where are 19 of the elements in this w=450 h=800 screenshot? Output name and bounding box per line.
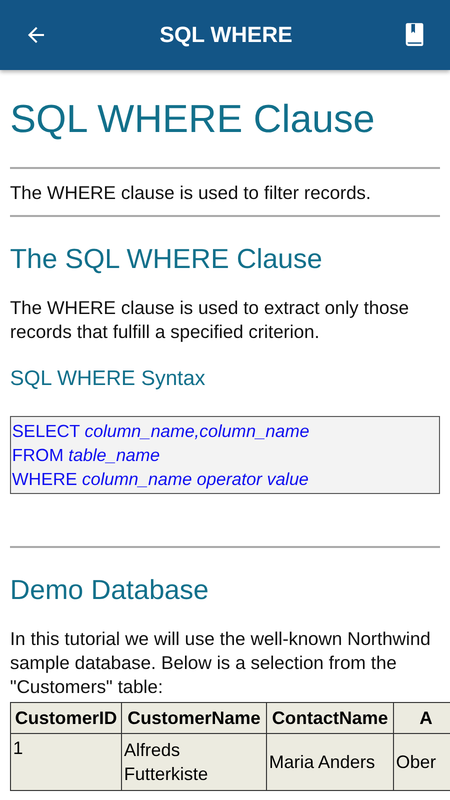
column-header: A <box>394 702 450 734</box>
book-icon[interactable] <box>404 22 426 48</box>
subheading: SQL WHERE Syntax <box>10 366 206 392</box>
table-cell: Maria Anders <box>266 734 394 790</box>
code-line: WHERE column_name operator value <box>12 468 310 491</box>
column-header: CustomerName <box>122 702 266 734</box>
section-heading: The SQL WHERE Clause <box>10 242 324 276</box>
page-heading: SQL WHERE Clause <box>10 97 376 143</box>
column-header: CustomerID <box>10 702 122 734</box>
app-title: SQL WHERE <box>160 22 292 48</box>
table-cell: 1 <box>10 734 122 790</box>
section-heading: Demo Database <box>10 573 210 607</box>
paragraph: In this tutorial we will use the well-known Northwind sample database. Below is a selection from the "Customers" table: <box>10 627 432 699</box>
paragraph: The WHERE clause is used to extract only those records that fulfill a specified criterion. <box>10 296 410 344</box>
table-cell: Alfreds Futterkiste <box>122 734 266 790</box>
column-header: ContactName <box>266 702 394 734</box>
intro-text: The WHERE clause is used to filter records. <box>10 181 372 204</box>
code-line: FROM table_name <box>12 444 161 467</box>
code-line: SELECT column_name,column_name <box>12 420 310 443</box>
